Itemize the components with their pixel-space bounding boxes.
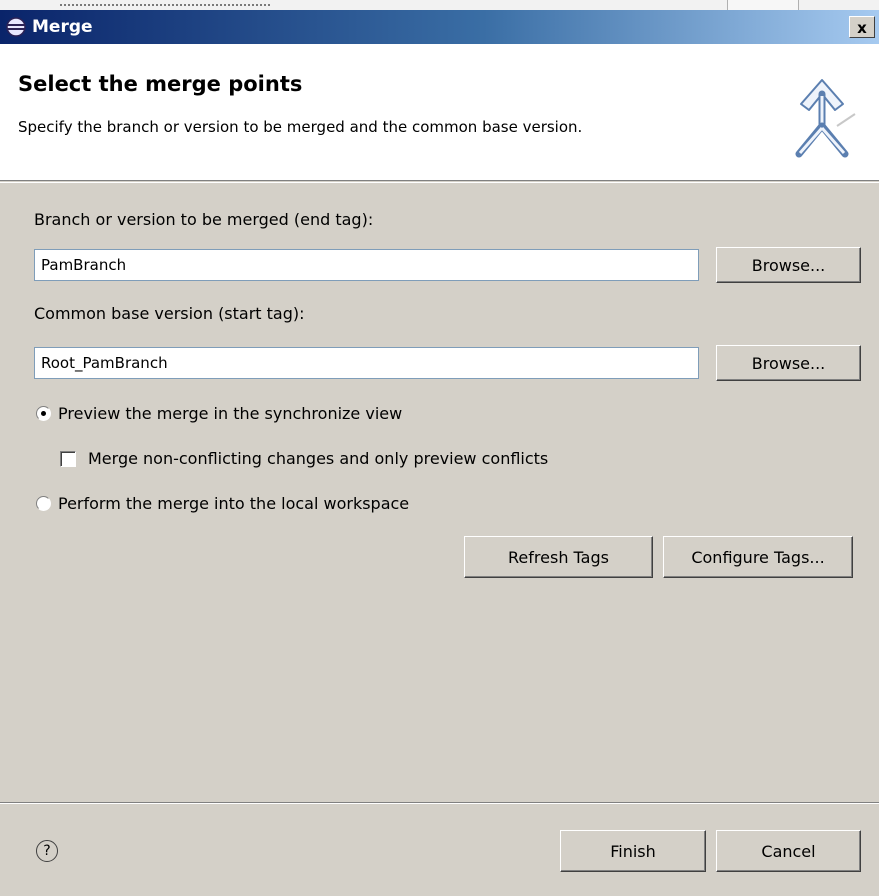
eclipse-icon: [6, 17, 26, 37]
preview-merge-label[interactable]: Preview the merge in the synchronize vie…: [58, 404, 402, 423]
cancel-button[interactable]: Cancel: [716, 830, 861, 872]
nonconflicting-label[interactable]: Merge non-conflicting changes and only p…: [88, 449, 548, 468]
banner-description: Specify the branch or version to be merg…: [18, 118, 583, 136]
footer-separator: [0, 802, 879, 804]
dialog-title: Merge: [32, 17, 93, 37]
merge-arrows-icon: [795, 79, 856, 158]
finish-button[interactable]: Finish: [560, 830, 706, 872]
browse-end-tag-button[interactable]: Browse...: [716, 247, 861, 283]
perform-merge-label[interactable]: Perform the merge into the local workspa…: [58, 494, 409, 513]
end-tag-label: Branch or version to be merged (end tag)…: [34, 210, 374, 229]
wizard-banner: Select the merge points Specify the bran…: [0, 44, 879, 181]
end-tag-input[interactable]: [34, 249, 699, 281]
perform-merge-radio[interactable]: [36, 496, 51, 511]
start-tag-input[interactable]: [34, 347, 699, 379]
dialog-title-bar[interactable]: Merge x: [0, 10, 879, 44]
nonconflicting-checkbox[interactable]: [60, 451, 76, 467]
refresh-tags-button[interactable]: Refresh Tags: [464, 536, 653, 578]
radio-selected-dot: [41, 411, 46, 416]
close-button[interactable]: x: [849, 16, 875, 38]
browse-start-tag-button[interactable]: Browse...: [716, 345, 861, 381]
background-text-fragment: [60, 0, 270, 6]
configure-tags-button[interactable]: Configure Tags...: [663, 536, 853, 578]
preview-merge-radio[interactable]: [36, 406, 51, 421]
banner-heading: Select the merge points: [18, 72, 303, 96]
banner-separator: [0, 182, 879, 183]
start-tag-label: Common base version (start tag):: [34, 304, 305, 323]
help-icon[interactable]: ?: [36, 840, 58, 862]
